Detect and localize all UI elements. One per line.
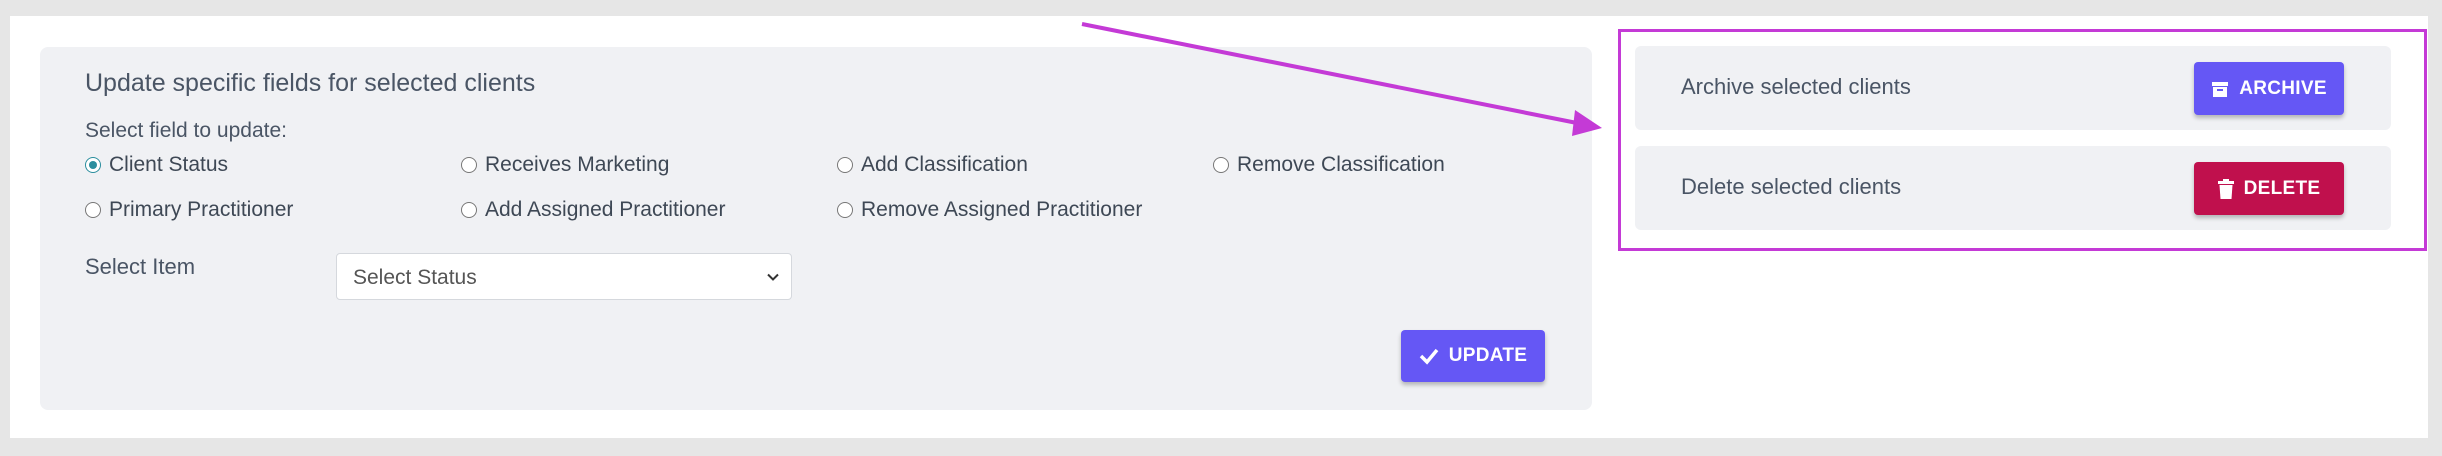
radio-unchecked-icon[interactable] xyxy=(461,202,477,218)
radio-add-classification[interactable]: Add Classification xyxy=(837,153,1028,177)
chevron-down-icon xyxy=(767,273,779,281)
status-select-value: Select Status xyxy=(353,266,477,289)
update-panel-title: Update specific fields for selected clie… xyxy=(85,69,536,97)
radio-remove-classification[interactable]: Remove Classification xyxy=(1213,153,1445,177)
delete-panel: Delete selected clients DELETE xyxy=(1635,146,2391,230)
update-fields-panel: Update specific fields for selected clie… xyxy=(40,47,1592,410)
radio-label: Remove Classification xyxy=(1237,153,1445,176)
radio-label: Add Classification xyxy=(861,153,1028,176)
archive-panel: Archive selected clients ARCHIVE xyxy=(1635,46,2391,130)
radio-unchecked-icon[interactable] xyxy=(837,202,853,218)
delete-label: Delete selected clients xyxy=(1681,174,1902,199)
delete-button[interactable]: DELETE xyxy=(2194,162,2344,215)
radio-label: Receives Marketing xyxy=(485,153,670,176)
status-select[interactable]: Select Status xyxy=(336,253,792,300)
check-icon xyxy=(1419,348,1439,365)
select-item-label: Select Item xyxy=(85,254,196,279)
archive-icon xyxy=(2212,81,2229,97)
radio-label: Client Status xyxy=(109,153,229,176)
archive-button[interactable]: ARCHIVE xyxy=(2194,62,2344,115)
radio-label: Primary Practitioner xyxy=(109,198,294,221)
archive-label: Archive selected clients xyxy=(1681,74,1911,99)
archive-button-label: ARCHIVE xyxy=(2239,77,2327,99)
trash-icon xyxy=(2217,178,2234,199)
radio-add-assigned-practitioner[interactable]: Add Assigned Practitioner xyxy=(461,198,725,222)
delete-button-label: DELETE xyxy=(2243,177,2321,199)
radio-unchecked-icon[interactable] xyxy=(461,157,477,173)
radio-remove-assigned-practitioner[interactable]: Remove Assigned Practitioner xyxy=(837,198,1142,222)
radio-unchecked-icon[interactable] xyxy=(85,202,101,218)
update-button[interactable]: UPDATE xyxy=(1401,330,1545,382)
update-button-label: UPDATE xyxy=(1448,345,1528,366)
radio-checked-icon[interactable] xyxy=(85,157,101,173)
radio-label: Add Assigned Practitioner xyxy=(485,198,726,221)
select-field-label: Select field to update: xyxy=(85,119,287,142)
radio-primary-practitioner[interactable]: Primary Practitioner xyxy=(85,198,293,222)
radio-receives-marketing[interactable]: Receives Marketing xyxy=(461,153,669,177)
radio-label: Remove Assigned Practitioner xyxy=(861,198,1143,221)
radio-unchecked-icon[interactable] xyxy=(837,157,853,173)
radio-client-status[interactable]: Client Status xyxy=(85,153,228,177)
radio-unchecked-icon[interactable] xyxy=(1213,157,1229,173)
